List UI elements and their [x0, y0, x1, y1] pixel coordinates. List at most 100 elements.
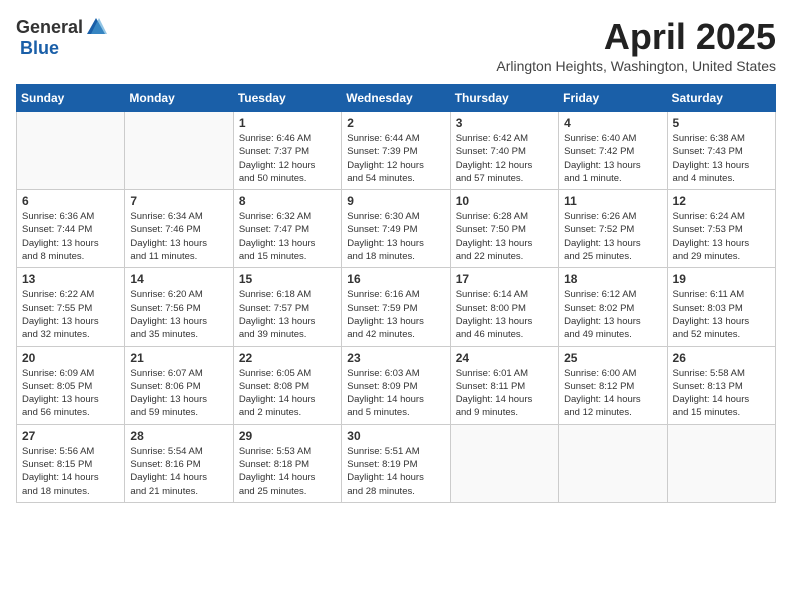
calendar-cell: [667, 424, 775, 502]
day-info: Sunrise: 6:38 AM Sunset: 7:43 PM Dayligh…: [673, 132, 770, 185]
day-number: 19: [673, 272, 770, 286]
day-info: Sunrise: 6:05 AM Sunset: 8:08 PM Dayligh…: [239, 367, 336, 420]
day-number: 4: [564, 116, 661, 130]
day-number: 20: [22, 351, 119, 365]
calendar-cell: 7 Sunrise: 6:34 AM Sunset: 7:46 PM Daylig…: [125, 190, 233, 268]
calendar-cell: [559, 424, 667, 502]
day-number: 10: [456, 194, 553, 208]
day-info: Sunrise: 6:11 AM Sunset: 8:03 PM Dayligh…: [673, 288, 770, 341]
location-title: Arlington Heights, Washington, United St…: [496, 58, 776, 74]
day-info: Sunrise: 6:34 AM Sunset: 7:46 PM Dayligh…: [130, 210, 227, 263]
day-number: 11: [564, 194, 661, 208]
day-number: 9: [347, 194, 444, 208]
calendar-cell: 30Sunrise: 5:51 AM Sunset: 8:19 PM Dayli…: [342, 424, 450, 502]
day-number: 18: [564, 272, 661, 286]
day-info: Sunrise: 6:32 AM Sunset: 7:47 PM Dayligh…: [239, 210, 336, 263]
calendar-cell: [450, 424, 558, 502]
day-info: Sunrise: 6:22 AM Sunset: 7:55 PM Dayligh…: [22, 288, 119, 341]
calendar-cell: 22 Sunrise: 6:05 AM Sunset: 8:08 PM Dayli…: [233, 346, 341, 424]
day-info: Sunrise: 5:58 AM Sunset: 8:13 PM Dayligh…: [673, 367, 770, 420]
day-number: 26: [673, 351, 770, 365]
day-info: Sunrise: 6:42 AM Sunset: 7:40 PM Dayligh…: [456, 132, 553, 185]
day-number: 1: [239, 116, 336, 130]
calendar-cell: [17, 112, 125, 190]
day-number: 13: [22, 272, 119, 286]
calendar-cell: 26 Sunrise: 5:58 AM Sunset: 8:13 PM Dayli…: [667, 346, 775, 424]
calendar-cell: [125, 112, 233, 190]
day-info: Sunrise: 6:12 AM Sunset: 8:02 PM Dayligh…: [564, 288, 661, 341]
calendar-cell: 20 Sunrise: 6:09 AM Sunset: 8:05 PM Dayli…: [17, 346, 125, 424]
day-number: 2: [347, 116, 444, 130]
day-number: 17: [456, 272, 553, 286]
weekday-header-saturday: Saturday: [667, 85, 775, 112]
day-number: 7: [130, 194, 227, 208]
day-info: Sunrise: 6:07 AM Sunset: 8:06 PM Dayligh…: [130, 367, 227, 420]
calendar-cell: 16 Sunrise: 6:16 AM Sunset: 7:59 PM Dayli…: [342, 268, 450, 346]
day-number: 22: [239, 351, 336, 365]
calendar-cell: 14Sunrise: 6:20 AM Sunset: 7:56 PM Dayli…: [125, 268, 233, 346]
calendar-week-row: 27Sunrise: 5:56 AM Sunset: 8:15 PM Dayli…: [17, 424, 776, 502]
day-info: Sunrise: 6:26 AM Sunset: 7:52 PM Dayligh…: [564, 210, 661, 263]
weekday-header-wednesday: Wednesday: [342, 85, 450, 112]
day-number: 23: [347, 351, 444, 365]
day-info: Sunrise: 6:16 AM Sunset: 7:59 PM Dayligh…: [347, 288, 444, 341]
day-info: Sunrise: 5:56 AM Sunset: 8:15 PM Dayligh…: [22, 445, 119, 498]
calendar-cell: 23Sunrise: 6:03 AM Sunset: 8:09 PM Dayli…: [342, 346, 450, 424]
day-info: Sunrise: 6:30 AM Sunset: 7:49 PM Dayligh…: [347, 210, 444, 263]
calendar-cell: 25 Sunrise: 6:00 AM Sunset: 8:12 PM Dayli…: [559, 346, 667, 424]
day-info: Sunrise: 6:09 AM Sunset: 8:05 PM Dayligh…: [22, 367, 119, 420]
calendar-cell: 27Sunrise: 5:56 AM Sunset: 8:15 PM Dayli…: [17, 424, 125, 502]
weekday-header-thursday: Thursday: [450, 85, 558, 112]
calendar-week-row: 1 Sunrise: 6:46 AM Sunset: 7:37 PM Daylig…: [17, 112, 776, 190]
day-info: Sunrise: 6:24 AM Sunset: 7:53 PM Dayligh…: [673, 210, 770, 263]
calendar-cell: 3Sunrise: 6:42 AM Sunset: 7:40 PM Daylig…: [450, 112, 558, 190]
day-number: 16: [347, 272, 444, 286]
calendar-cell: 28 Sunrise: 5:54 AM Sunset: 8:16 PM Dayli…: [125, 424, 233, 502]
calendar-cell: 2 Sunrise: 6:44 AM Sunset: 7:39 PM Daylig…: [342, 112, 450, 190]
weekday-header-sunday: Sunday: [17, 85, 125, 112]
calendar-cell: 9 Sunrise: 6:30 AM Sunset: 7:49 PM Daylig…: [342, 190, 450, 268]
logo-icon: [85, 16, 107, 38]
calendar-cell: 5 Sunrise: 6:38 AM Sunset: 7:43 PM Daylig…: [667, 112, 775, 190]
day-info: Sunrise: 5:54 AM Sunset: 8:16 PM Dayligh…: [130, 445, 227, 498]
title-section: April 2025 Arlington Heights, Washington…: [496, 16, 776, 74]
page-header: General Blue April 2025 Arlington Height…: [16, 16, 776, 74]
day-number: 15: [239, 272, 336, 286]
calendar-week-row: 6Sunrise: 6:36 AM Sunset: 7:44 PM Daylig…: [17, 190, 776, 268]
day-number: 8: [239, 194, 336, 208]
weekday-header-monday: Monday: [125, 85, 233, 112]
calendar-cell: 21 Sunrise: 6:07 AM Sunset: 8:06 PM Dayli…: [125, 346, 233, 424]
logo: General Blue: [16, 16, 107, 59]
calendar-cell: 10 Sunrise: 6:28 AM Sunset: 7:50 PM Dayli…: [450, 190, 558, 268]
day-info: Sunrise: 5:53 AM Sunset: 8:18 PM Dayligh…: [239, 445, 336, 498]
calendar-cell: 15 Sunrise: 6:18 AM Sunset: 7:57 PM Dayli…: [233, 268, 341, 346]
day-number: 24: [456, 351, 553, 365]
calendar-table: SundayMondayTuesdayWednesdayThursdayFrid…: [16, 84, 776, 503]
day-number: 5: [673, 116, 770, 130]
calendar-cell: 18 Sunrise: 6:12 AM Sunset: 8:02 PM Dayli…: [559, 268, 667, 346]
day-number: 28: [130, 429, 227, 443]
calendar-week-row: 13 Sunrise: 6:22 AM Sunset: 7:55 PM Dayli…: [17, 268, 776, 346]
day-info: Sunrise: 6:28 AM Sunset: 7:50 PM Dayligh…: [456, 210, 553, 263]
calendar-cell: 24 Sunrise: 6:01 AM Sunset: 8:11 PM Dayli…: [450, 346, 558, 424]
day-info: Sunrise: 6:44 AM Sunset: 7:39 PM Dayligh…: [347, 132, 444, 185]
weekday-header-tuesday: Tuesday: [233, 85, 341, 112]
calendar-cell: 1 Sunrise: 6:46 AM Sunset: 7:37 PM Daylig…: [233, 112, 341, 190]
calendar-cell: 11 Sunrise: 6:26 AM Sunset: 7:52 PM Dayli…: [559, 190, 667, 268]
logo-blue-text: Blue: [20, 38, 59, 59]
day-info: Sunrise: 6:46 AM Sunset: 7:37 PM Dayligh…: [239, 132, 336, 185]
day-info: Sunrise: 6:00 AM Sunset: 8:12 PM Dayligh…: [564, 367, 661, 420]
day-info: Sunrise: 6:01 AM Sunset: 8:11 PM Dayligh…: [456, 367, 553, 420]
day-info: Sunrise: 6:40 AM Sunset: 7:42 PM Dayligh…: [564, 132, 661, 185]
day-info: Sunrise: 6:18 AM Sunset: 7:57 PM Dayligh…: [239, 288, 336, 341]
day-number: 6: [22, 194, 119, 208]
calendar-cell: 8 Sunrise: 6:32 AM Sunset: 7:47 PM Daylig…: [233, 190, 341, 268]
calendar-week-row: 20 Sunrise: 6:09 AM Sunset: 8:05 PM Dayli…: [17, 346, 776, 424]
day-number: 21: [130, 351, 227, 365]
day-number: 25: [564, 351, 661, 365]
calendar-cell: 12Sunrise: 6:24 AM Sunset: 7:53 PM Dayli…: [667, 190, 775, 268]
day-info: Sunrise: 6:14 AM Sunset: 8:00 PM Dayligh…: [456, 288, 553, 341]
calendar-cell: 29Sunrise: 5:53 AM Sunset: 8:18 PM Dayli…: [233, 424, 341, 502]
calendar-cell: 6Sunrise: 6:36 AM Sunset: 7:44 PM Daylig…: [17, 190, 125, 268]
calendar-cell: 17 Sunrise: 6:14 AM Sunset: 8:00 PM Dayli…: [450, 268, 558, 346]
